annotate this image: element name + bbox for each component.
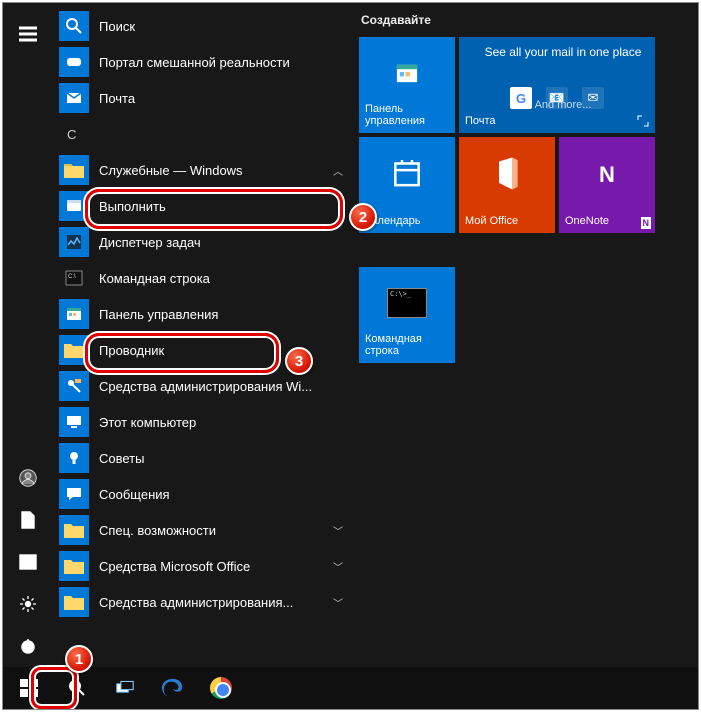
folder-icon	[59, 551, 89, 581]
folder-admin-tools[interactable]: Средства администрирования... ﹀	[53, 584, 353, 620]
app-run[interactable]: Выполнить	[53, 188, 353, 224]
tiles-area: Создавайте Панель управления See all you…	[353, 3, 698, 667]
power-button[interactable]	[3, 625, 53, 667]
tile-label: Командная строка	[365, 333, 449, 357]
app-label: Поиск	[99, 19, 353, 34]
tile-command-prompt[interactable]: C:\>_ Командная строка	[359, 267, 455, 363]
app-this-pc[interactable]: Этот компьютер	[53, 404, 353, 440]
chevron-down-icon: ﹀	[333, 595, 353, 610]
taskbar-chrome-button[interactable]	[197, 667, 245, 709]
office-icon	[493, 158, 521, 193]
cmd-icon: C:\>_	[387, 288, 427, 318]
app-command-prompt[interactable]: C:\ Командная строка	[53, 260, 353, 296]
app-task-manager[interactable]: Диспетчер задач	[53, 224, 353, 260]
chevron-up-icon: ︿	[333, 163, 353, 178]
taskbar-edge-button[interactable]	[149, 667, 197, 709]
app-admin-tools[interactable]: Средства администрирования Wi...	[53, 368, 353, 404]
app-label: Средства Microsoft Office	[99, 559, 323, 574]
app-label: Служебные — Windows	[99, 163, 323, 178]
app-label: Средства администрирования...	[99, 595, 323, 610]
search-icon	[59, 11, 89, 41]
expand-icon	[637, 115, 649, 127]
taskbar-taskview-button[interactable]	[101, 667, 149, 709]
taskmgr-icon	[59, 227, 89, 257]
folder-accessibility[interactable]: Спец. возможности ﹀	[53, 512, 353, 548]
tile-calendar[interactable]: Календарь	[359, 137, 455, 233]
app-label: Сообщения	[99, 487, 353, 502]
app-label: Проводник	[99, 343, 353, 358]
mr-icon	[59, 47, 89, 77]
app-mixed-reality[interactable]: Портал смешанной реальности	[53, 44, 353, 80]
folder-system-windows[interactable]: Служебные — Windows ︿	[53, 152, 353, 188]
tile-my-office[interactable]: Мой Office	[459, 137, 555, 233]
tile-label: Панель управления	[365, 103, 449, 127]
tile-text-more: And more...	[465, 99, 661, 111]
chevron-down-icon: ﹀	[333, 559, 353, 574]
tile-text-top: See all your mail in one place	[465, 45, 661, 59]
tips-icon	[59, 443, 89, 473]
folder-icon	[59, 587, 89, 617]
app-label: Советы	[99, 451, 353, 466]
app-label: Диспетчер задач	[99, 235, 353, 250]
app-label: Почта	[99, 91, 353, 106]
messages-icon	[59, 479, 89, 509]
user-account-button[interactable]	[3, 457, 53, 499]
app-explorer[interactable]: Проводник	[53, 332, 353, 368]
app-tips[interactable]: Советы	[53, 440, 353, 476]
app-label: Спец. возможности	[99, 523, 323, 538]
run-icon	[59, 191, 89, 221]
folder-icon	[59, 155, 89, 185]
app-mail[interactable]: Почта	[53, 80, 353, 116]
cmd-icon: C:\	[59, 263, 89, 293]
calendar-icon	[392, 159, 422, 192]
tile-label: Календарь	[365, 215, 449, 227]
onenote-icon: N	[599, 162, 615, 188]
tile-group-title[interactable]: Создавайте	[361, 13, 698, 27]
app-list: Поиск Портал смешанной реальности Почта …	[53, 3, 353, 667]
section-letter[interactable]: С	[53, 116, 353, 152]
tile-control-panel[interactable]: Панель управления	[359, 37, 455, 133]
tile-mail-wide[interactable]: See all your mail in one place G 📧 ✉ And…	[459, 37, 655, 133]
start-rail	[3, 3, 53, 667]
start-menu: Поиск Портал смешанной реальности Почта …	[3, 3, 698, 667]
tile-label: Мой Office	[465, 215, 549, 227]
svg-text:C:\: C:\	[68, 274, 76, 280]
app-search[interactable]: Поиск	[53, 8, 353, 44]
app-control-panel[interactable]: Панель управления	[53, 296, 353, 332]
chrome-icon	[210, 677, 232, 699]
folder-office-tools[interactable]: Средства Microsoft Office ﹀	[53, 548, 353, 584]
app-label: Командная строка	[99, 271, 353, 286]
pc-icon	[59, 407, 89, 437]
settings-button[interactable]	[3, 583, 53, 625]
app-label: Выполнить	[99, 199, 353, 214]
mail-icon	[59, 83, 89, 113]
tile-onenote[interactable]: N OneNote N	[559, 137, 655, 233]
tile-label: OneNote	[565, 215, 649, 227]
admin-icon	[59, 371, 89, 401]
taskbar	[3, 667, 698, 709]
app-messages[interactable]: Сообщения	[53, 476, 353, 512]
cpanel-icon	[59, 299, 89, 329]
chevron-down-icon: ﹀	[333, 523, 353, 538]
app-label: Панель управления	[99, 307, 353, 322]
app-label: Средства администрирования Wi...	[99, 379, 353, 394]
tile-label: Почта	[465, 115, 649, 127]
cpanel-icon	[392, 61, 422, 90]
app-label: Портал смешанной реальности	[99, 55, 353, 70]
start-button[interactable]	[5, 667, 53, 709]
documents-button[interactable]	[3, 499, 53, 541]
taskbar-search-button[interactable]	[53, 667, 101, 709]
explorer-icon	[59, 335, 89, 365]
folder-icon	[59, 515, 89, 545]
hamburger-button[interactable]	[3, 13, 53, 55]
pictures-button[interactable]	[3, 541, 53, 583]
onenote-badge-icon: N	[641, 217, 652, 229]
app-label: Этот компьютер	[99, 415, 353, 430]
